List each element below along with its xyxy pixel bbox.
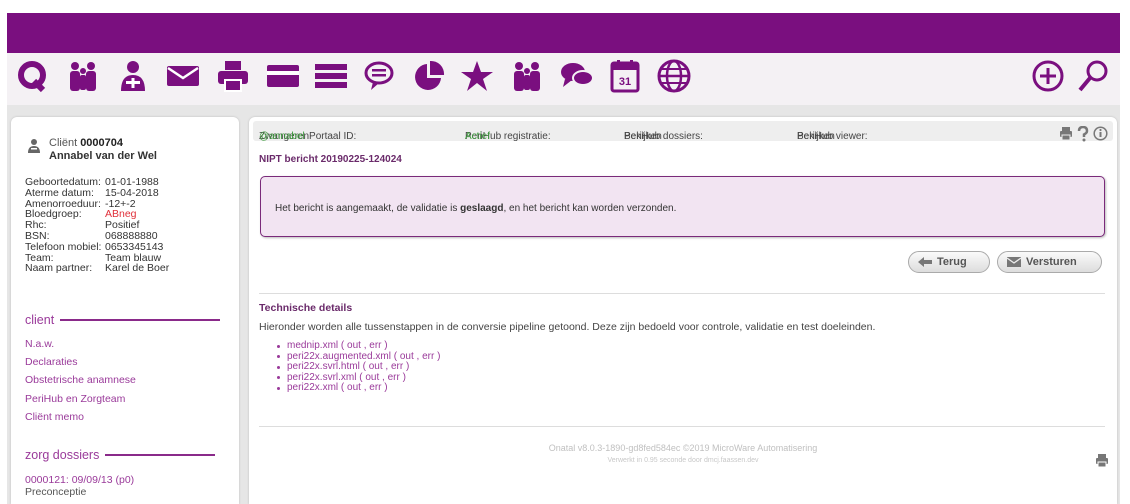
info-value: 0653345143 — [105, 240, 164, 253]
dossiers-section-heading: zorg dossiers — [25, 448, 216, 462]
alert-text-pre: Het bericht is aangemaakt, de validatie … — [275, 203, 461, 214]
info-value: 15-04-2018 — [105, 186, 159, 199]
help-icon[interactable] — [1077, 125, 1089, 145]
alert-text-post: , en het bericht kan worden verzonden. — [503, 203, 677, 214]
section-rule — [60, 319, 221, 321]
client-name: Annabel van der Wel — [49, 150, 157, 162]
client-section-label: client — [25, 313, 55, 327]
out-link[interactable]: out — [347, 382, 361, 394]
file-link[interactable]: peri22x.svrl.html — [287, 361, 360, 373]
registration-value: Actief — [465, 131, 491, 142]
info-key: Aterme datum: — [25, 186, 94, 199]
bullet — [277, 355, 280, 359]
file-link[interactable]: peri22x.xml — [287, 382, 338, 394]
footer-print-icon[interactable] — [1095, 453, 1109, 471]
err-link[interactable]: err — [391, 361, 403, 373]
user-add-icon[interactable] — [115, 53, 151, 99]
validation-alert: Het bericht is aangemaakt, de validatie … — [260, 176, 1105, 237]
list-item: peri22x.svrl.html ( out , err ) — [277, 361, 440, 373]
out-link[interactable]: out — [369, 361, 383, 373]
client-section-heading: client — [25, 313, 221, 327]
list-item: mednip.xml ( out , err ) — [277, 340, 440, 352]
sidebar-link-perihub-zorgteam[interactable]: PeriHub en Zorgteam — [25, 393, 125, 405]
technical-details-title: Technische details — [259, 302, 353, 314]
section-rule — [105, 454, 216, 456]
info-icon[interactable] — [1093, 126, 1108, 144]
client-number: 0000704 — [80, 137, 124, 149]
client-info-list: Geboortedatum: 01-01-1988 Aterme datum: 15… — [25, 177, 169, 274]
perihub-status-bar: ZwangerenPortaal ID: @annabel PeriHub re… — [253, 121, 1113, 144]
client-header: Cliënt 0000704 Annabel van der Wel — [27, 137, 157, 162]
send-button-label: Versturen — [1026, 256, 1077, 268]
divider — [259, 293, 1105, 294]
main-panel: ZwangerenPortaal ID: @annabel PeriHub re… — [249, 117, 1117, 504]
portal-id-value[interactable]: @annabel — [259, 131, 305, 142]
viewer-view-link[interactable]: Bekijken — [797, 131, 835, 142]
technical-details-description: Hieronder worden alle tussenstappen in d… — [259, 321, 876, 333]
team-icon[interactable] — [509, 53, 545, 99]
err-link[interactable]: err — [422, 351, 434, 363]
sidebar-link-declaraties[interactable]: Declaraties — [25, 356, 78, 368]
dossier-link[interactable]: 0000121: 09/09/13 (p0) — [25, 474, 134, 486]
clients-icon[interactable] — [65, 53, 101, 99]
back-arrow-icon — [917, 256, 933, 268]
info-key: Naam partner: — [25, 262, 93, 275]
footer-timing: Verwerkt in 0.95 seconde door dmcj.faass… — [607, 457, 759, 464]
err-link[interactable]: err — [388, 372, 400, 384]
list-item: peri22x.xml ( out , err ) — [277, 382, 440, 394]
client-user-icon — [27, 138, 41, 157]
sidebar-link-obstetrische-anamnese[interactable]: Obstetrische anamnese — [25, 374, 136, 386]
info-row: Naam partner: Karel de Boer — [25, 263, 169, 274]
envelope-icon — [1006, 256, 1022, 268]
bullet — [277, 365, 280, 369]
chat-icon[interactable] — [361, 53, 397, 99]
divider — [259, 426, 1105, 427]
print-icon[interactable] — [1059, 126, 1073, 144]
mail-icon[interactable] — [165, 53, 201, 99]
info-value: Karel de Boer — [105, 262, 170, 275]
footer-version: Onatal v8.0.3-1890-gd8fed584ec ©2019 Mic… — [548, 443, 818, 453]
info-row: Telefoon mobiel: 0653345143 — [25, 240, 169, 253]
card-icon[interactable] — [265, 53, 301, 99]
logo-q-icon[interactable] — [15, 53, 49, 99]
bullet — [277, 386, 280, 390]
messages-icon[interactable] — [559, 53, 595, 99]
message-title: NIPT bericht 20190225-124024 — [259, 154, 402, 165]
search-icon[interactable] — [1075, 53, 1111, 99]
main-toolbar: 31 — [7, 53, 1120, 105]
dossiers-view-link[interactable]: Bekijken — [624, 131, 662, 142]
top-banner — [7, 13, 1120, 53]
pipeline-file-list: mednip.xml ( out , err ) peri22x.augment… — [277, 340, 440, 394]
pie-chart-icon[interactable] — [411, 53, 447, 99]
err-link[interactable]: err — [369, 340, 381, 352]
globe-icon[interactable] — [655, 53, 693, 99]
back-button-label: Terug — [937, 256, 967, 268]
alert-text: Het bericht is aangemaakt, de validatie … — [275, 203, 676, 214]
sidebar-link-naw[interactable]: N.a.w. — [25, 338, 54, 350]
star-icon[interactable] — [459, 53, 495, 99]
bullet — [277, 376, 280, 380]
send-button[interactable]: Versturen — [997, 251, 1102, 273]
calendar-day-number: 31 — [619, 76, 631, 88]
client-label: Cliënt — [49, 137, 78, 149]
file-link[interactable]: mednip.xml — [287, 340, 338, 352]
info-row: Bloedgroep: ABneg — [25, 209, 169, 220]
client-number-line: Cliënt 0000704 — [27, 137, 157, 149]
printer-icon[interactable] — [215, 53, 251, 99]
out-link[interactable]: out — [347, 340, 361, 352]
add-icon[interactable] — [1030, 53, 1066, 99]
err-link[interactable]: err — [369, 382, 381, 394]
bullet — [277, 344, 280, 348]
alert-text-bold: geslaagd — [460, 203, 504, 214]
calendar-icon[interactable]: 31 — [607, 53, 643, 99]
sidebar-link-client-memo[interactable]: Cliënt memo — [25, 411, 84, 423]
info-key: Telefoon mobiel: — [25, 240, 102, 253]
info-row: Aterme datum: 15-04-2018 — [25, 186, 169, 199]
client-panel: Cliënt 0000704 Annabel van der Wel Geboo… — [11, 117, 239, 504]
list-icon[interactable] — [313, 53, 349, 99]
dossier-sublabel: Preconceptie — [25, 486, 87, 498]
back-button[interactable]: Terug — [908, 251, 990, 273]
dossiers-section-label: zorg dossiers — [25, 448, 100, 462]
